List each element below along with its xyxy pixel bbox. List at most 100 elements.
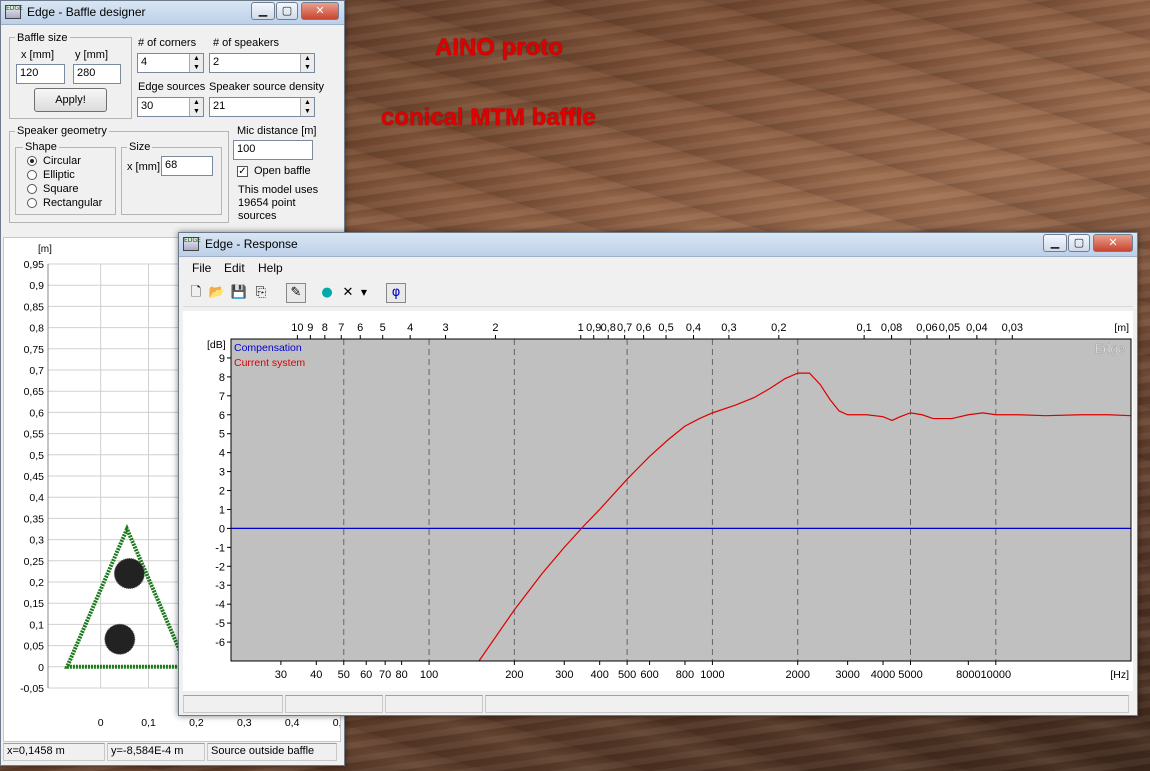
- shape-option-square[interactable]: Square: [43, 183, 78, 195]
- x-tick-label: 60: [360, 669, 372, 681]
- y-tick-label: 0: [219, 523, 225, 535]
- spinner-arrows-icon[interactable]: ▲ ▼: [189, 98, 203, 116]
- top-tick-label: 0,8: [601, 322, 616, 334]
- top-tick-label: 0,03: [1002, 322, 1023, 334]
- pen-icon[interactable]: ✎: [286, 283, 306, 303]
- baffle-window-title: Edge - Baffle designer: [27, 5, 146, 19]
- y-tick-label: -6: [215, 637, 225, 649]
- x-tick-label: 4000: [871, 669, 895, 681]
- baffle-y-tick: 0,4: [29, 492, 44, 504]
- density-spinner[interactable]: 21 ▲ ▼: [209, 97, 315, 117]
- x-tick-label: 5000: [898, 669, 922, 681]
- speaker-source-2: [104, 623, 136, 655]
- copy-icon[interactable]: ⎘: [251, 283, 271, 303]
- open-baffle-checkbox[interactable]: ✓: [237, 166, 248, 177]
- shape-option-circular[interactable]: Circular: [43, 155, 81, 167]
- x-tick-label: 300: [555, 669, 573, 681]
- baffle-statusbar: x=0,1458 m y=-8,584E-4 m Source outside …: [3, 743, 342, 761]
- edge-sources-value: 30: [141, 100, 154, 112]
- blob-icon[interactable]: ●: [317, 283, 337, 303]
- baffle-y-tick: 0,8: [29, 323, 44, 335]
- radio-square[interactable]: [27, 184, 37, 194]
- baffle-y-tick: 0,05: [24, 641, 45, 653]
- maximize-button[interactable]: ▢: [276, 2, 298, 20]
- radio-elliptic[interactable]: [27, 170, 37, 180]
- top-tick-label: 0,06: [916, 322, 937, 334]
- top-tick-label: 0,08: [881, 322, 902, 334]
- y-tick-label: 2: [219, 486, 225, 498]
- phase-icon[interactable]: φ: [386, 283, 406, 303]
- top-tick-label: 0,05: [939, 322, 960, 334]
- y-tick-label: 3: [219, 467, 225, 479]
- open-baffle-label[interactable]: Open baffle: [254, 165, 311, 177]
- speakers-spinner[interactable]: 2 ▲ ▼: [209, 53, 315, 73]
- baffle-y-tick: 0,95: [24, 259, 45, 271]
- minimize-button[interactable]: ▁: [1043, 234, 1067, 252]
- shape-label: Shape: [23, 141, 59, 153]
- response-window: EDGE Edge - Response ▁ ▢ ✕ File Edit Hel…: [178, 232, 1138, 716]
- status-cell-2: [285, 695, 383, 713]
- top-tick-label: 6: [357, 322, 363, 334]
- size-label: Size: [127, 141, 153, 153]
- radio-rectangular[interactable]: [27, 198, 37, 208]
- density-label: Speaker source density: [209, 81, 324, 93]
- y-tick-label: 7: [219, 391, 225, 403]
- shape-option-rectangular[interactable]: Rectangular: [43, 197, 102, 209]
- menu-file[interactable]: File: [192, 261, 211, 275]
- top-axis-label: [m]: [1114, 322, 1129, 334]
- baffle-x-tick: 0,5: [333, 717, 340, 729]
- mic-distance-label: Mic distance [m]: [237, 125, 317, 137]
- menu-help[interactable]: Help: [258, 261, 283, 275]
- top-tick-label: 0,1: [856, 322, 871, 334]
- baffle-y-tick: 0,2: [29, 577, 44, 589]
- edge-sources-spinner[interactable]: 30 ▲ ▼: [137, 97, 204, 117]
- minimize-button[interactable]: ▁: [251, 2, 275, 20]
- density-value: 21: [213, 100, 226, 112]
- top-tick-label: 3: [442, 322, 448, 334]
- apply-button[interactable]: Apply!: [34, 88, 107, 112]
- y-tick-label: 4: [219, 448, 225, 460]
- radio-circular[interactable]: [27, 156, 37, 166]
- y-tick-label: -4: [215, 599, 225, 611]
- mic-distance-input[interactable]: 100: [233, 140, 313, 160]
- close-button[interactable]: ✕: [301, 2, 339, 20]
- save-icon[interactable]: 💾: [229, 283, 249, 303]
- x-tick-label: 3000: [835, 669, 859, 681]
- y-mm-label: y [mm]: [75, 49, 108, 61]
- baffle-x-input[interactable]: 120: [16, 64, 65, 84]
- response-titlebar[interactable]: EDGE Edge - Response ▁ ▢ ✕: [179, 233, 1137, 257]
- y-tick-label: 1: [219, 504, 225, 516]
- baffle-y-tick: 0,9: [29, 280, 44, 292]
- x-axis-label: [Hz]: [1110, 669, 1129, 681]
- y-tick-label: 6: [219, 410, 225, 422]
- corners-spinner[interactable]: 4 ▲ ▼: [137, 53, 204, 73]
- spinner-arrows-icon[interactable]: ▲ ▼: [300, 98, 314, 116]
- dropdown-icon[interactable]: ▼: [357, 283, 371, 303]
- x-mm-label: x [mm]: [21, 49, 54, 61]
- spinner-arrows-icon[interactable]: ▲ ▼: [189, 54, 203, 72]
- spinner-arrows-icon[interactable]: ▲ ▼: [300, 54, 314, 72]
- edge-sources-label: Edge sources: [138, 81, 206, 93]
- delete-icon[interactable]: ✕: [338, 283, 358, 303]
- size-x-input[interactable]: 68: [161, 156, 213, 176]
- baffle-y-tick: 0,85: [24, 301, 45, 313]
- menu-edit[interactable]: Edit: [224, 261, 245, 275]
- shape-option-elliptic[interactable]: Elliptic: [43, 169, 75, 181]
- top-tick-label: 2: [492, 322, 498, 334]
- maximize-button[interactable]: ▢: [1068, 234, 1090, 252]
- close-button[interactable]: ✕: [1093, 234, 1133, 252]
- baffle-y-input[interactable]: 280: [73, 64, 121, 84]
- y-tick-label: 8: [219, 372, 225, 384]
- x-tick-label: 400: [590, 669, 608, 681]
- status-y: y=-8,584E-4 m: [107, 743, 205, 761]
- open-folder-icon[interactable]: 📂: [207, 283, 227, 303]
- status-x: x=0,1458 m: [3, 743, 105, 761]
- x-tick-label: 80: [395, 669, 407, 681]
- baffle-x-tick: 0,4: [285, 717, 300, 729]
- top-tick-label: 0,6: [636, 322, 651, 334]
- baffle-titlebar[interactable]: EDGE Edge - Baffle designer ▁ ▢ ✕: [1, 1, 344, 25]
- new-file-icon[interactable]: 🗋: [186, 283, 206, 303]
- response-chart-panel[interactable]: 9 8 7 6 5 4 3 2 1 0 -1 -2 -3 -4 -5 -6 [dB] 30 40 50 60 70 80 10…: [183, 311, 1133, 691]
- baffle-x-tick: 0,3: [237, 717, 252, 729]
- x-tick-label: 8000: [956, 669, 980, 681]
